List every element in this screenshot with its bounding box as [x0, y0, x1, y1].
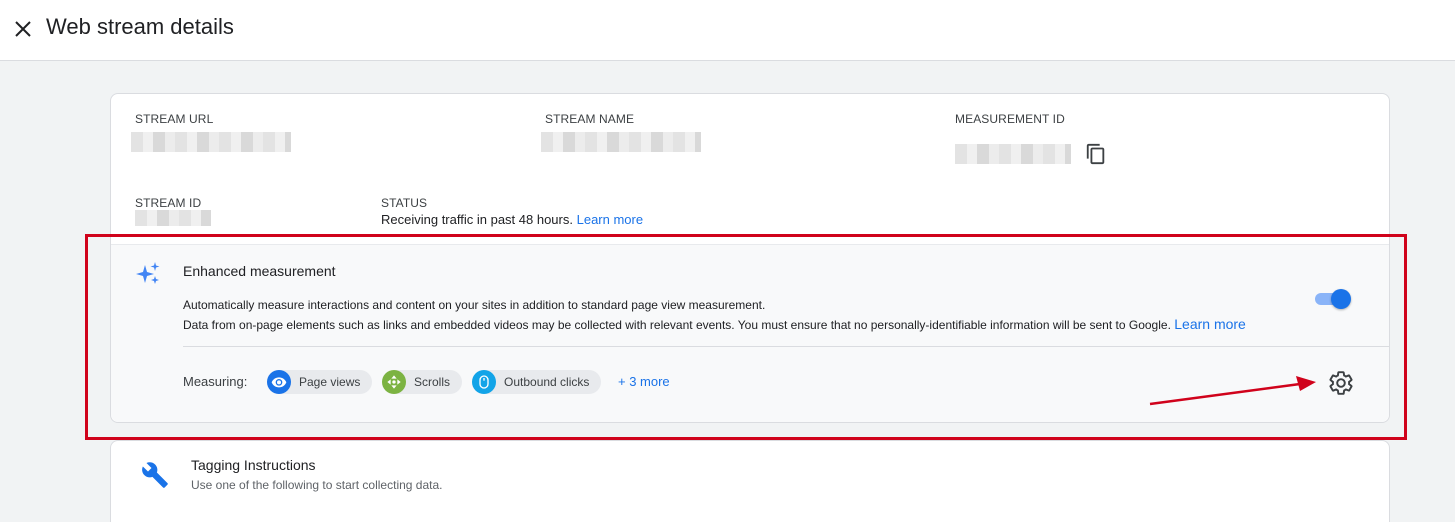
close-button[interactable] [10, 16, 36, 42]
annotation-arrow [1149, 376, 1316, 406]
status-label: STATUS [381, 196, 428, 210]
chip-label: Page views [299, 375, 361, 389]
measurement-id-value-redacted [955, 144, 1071, 164]
tagging-title: Tagging Instructions [191, 457, 316, 473]
chip-label: Outbound clicks [504, 375, 590, 389]
stream-id-value-redacted [135, 210, 211, 226]
chip-scrolls[interactable]: Scrolls [382, 370, 463, 394]
scroll-icon [382, 370, 406, 394]
chip-page-views[interactable]: Page views [267, 370, 373, 394]
stream-name-value-redacted [541, 132, 701, 152]
sparkle-icon [136, 262, 160, 284]
gear-icon[interactable] [1328, 370, 1354, 396]
copy-icon [1086, 143, 1105, 165]
copy-measurement-id-button[interactable] [1083, 141, 1109, 167]
stream-name-label: STREAM NAME [545, 112, 635, 126]
enhanced-measurement-data-note: Data from on-page elements such as links… [183, 316, 1246, 332]
chip-outbound-clicks[interactable]: Outbound clicks [472, 370, 602, 394]
enhanced-measurement-toggle[interactable] [1313, 289, 1351, 309]
status-learn-more-link[interactable]: Learn more [577, 212, 643, 227]
close-icon [15, 21, 31, 37]
mouse-icon [472, 370, 496, 394]
stream-url-value-redacted [131, 132, 291, 152]
eye-icon [267, 370, 291, 394]
measuring-label: Measuring: [183, 374, 248, 389]
divider [183, 346, 1389, 347]
enhanced-measurement-title: Enhanced measurement [183, 263, 336, 279]
tagging-subtitle: Use one of the following to start collec… [191, 478, 443, 492]
status-text: Receiving traffic in past 48 hours. [381, 212, 573, 227]
data-note-text: Data from on-page elements such as links… [183, 318, 1171, 332]
status-value: Receiving traffic in past 48 hours. Lear… [381, 212, 643, 227]
wrench-icon [142, 462, 168, 488]
more-measurements-link[interactable]: + 3 more [618, 374, 670, 389]
enhanced-learn-more-link[interactable]: Learn more [1174, 316, 1246, 332]
toggle-thumb [1331, 289, 1351, 309]
top-bar: Web stream details [0, 0, 1455, 61]
stream-id-label: STREAM ID [135, 196, 202, 210]
page-title: Web stream details [46, 14, 234, 39]
stream-url-label: STREAM URL [135, 112, 214, 126]
tagging-instructions-card[interactable]: Tagging Instructions Use one of the foll… [110, 440, 1390, 522]
chip-label: Scrolls [414, 375, 451, 389]
measurement-id-label: MEASUREMENT ID [955, 112, 1065, 126]
enhanced-measurement-description: Automatically measure interactions and c… [183, 298, 766, 312]
